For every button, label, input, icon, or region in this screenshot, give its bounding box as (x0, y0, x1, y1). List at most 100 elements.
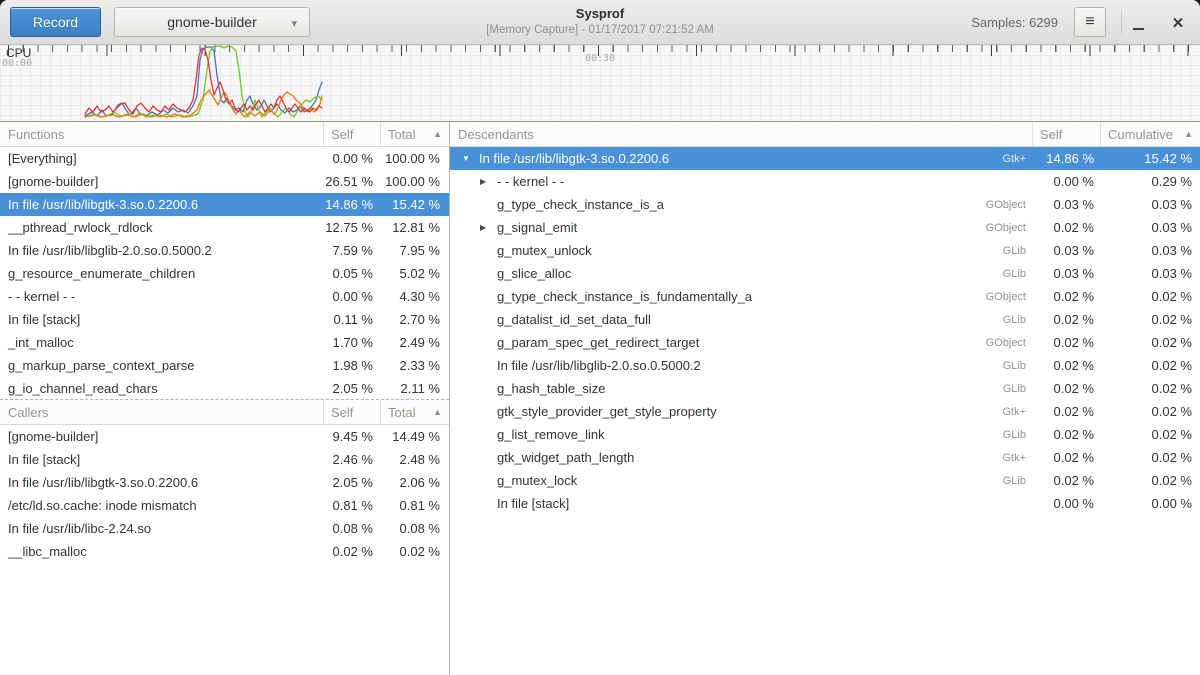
table-row[interactable]: [gnome-builder]26.51 %100.00 % (0, 170, 449, 193)
descendants-column-header[interactable]: Descendants (450, 127, 1032, 142)
tree-row[interactable]: g_slice_allocGLib0.03 %0.03 % (450, 262, 1200, 285)
function-name-cell: In file /usr/lib/libgtk-3.so.0.2200.6 (0, 475, 323, 490)
table-row[interactable]: g_resource_enumerate_children0.05 %5.02 … (0, 262, 449, 285)
tree-row[interactable]: gtk_style_provider_get_style_propertyGtk… (450, 400, 1200, 423)
self-column-header[interactable]: Self (323, 122, 380, 146)
collapse-triangle-icon[interactable]: ▼ (462, 154, 479, 163)
functions-table: Functions Self Total ▲ [Everything]0.00 %… (0, 122, 449, 400)
cumulative-cell: 0.02 % (1100, 335, 1200, 350)
library-tag: GObject (986, 291, 1032, 303)
function-name-label: gtk_widget_path_length (497, 450, 634, 465)
tree-row[interactable]: In file /usr/lib/libglib-2.0.so.0.5000.2… (450, 354, 1200, 377)
table-row[interactable]: __libc_malloc0.02 %0.02 % (0, 540, 449, 563)
function-name-cell: In file [stack] (450, 496, 1032, 511)
callers-rows: [gnome-builder]9.45 %14.49 %In file [sta… (0, 425, 449, 563)
total-column-label: Total (388, 127, 415, 142)
self-cell: 2.05 % (323, 381, 380, 396)
header-separator (1121, 11, 1122, 34)
tree-row[interactable]: ▼In file /usr/lib/libgtk-3.so.0.2200.6Gt… (450, 147, 1200, 170)
table-row[interactable]: In file [stack]2.46 %2.48 % (0, 448, 449, 471)
tree-row[interactable]: g_param_spec_get_redirect_targetGObject0… (450, 331, 1200, 354)
close-button[interactable]: ✕ (1163, 0, 1193, 45)
function-name-label: g_mutex_unlock (497, 243, 592, 258)
expand-triangle-icon[interactable]: ▶ (480, 177, 497, 186)
table-row[interactable]: In file /usr/lib/libgtk-3.so.0.2200.62.0… (0, 471, 449, 494)
chevron-down-icon: ▾ (291, 17, 297, 30)
descendants-rows: ▼In file /usr/lib/libgtk-3.so.0.2200.6Gt… (450, 147, 1200, 515)
function-name-cell: ▶- - kernel - - (450, 174, 1032, 189)
function-name-cell: In file /usr/lib/libc-2.24.so (0, 521, 323, 536)
hamburger-menu-button[interactable]: ≡ (1074, 7, 1106, 37)
function-name-cell: In file /usr/lib/libglib-2.0.so.0.5000.2 (0, 243, 323, 258)
library-tag: GLib (1003, 429, 1032, 441)
self-cell: 14.86 % (323, 197, 380, 212)
total-cell: 4.30 % (380, 289, 449, 304)
sort-ascending-icon: ▲ (433, 129, 442, 139)
cumulative-cell: 0.02 % (1100, 427, 1200, 442)
cpu-timeline-graph[interactable]: CPU 00:00 00:30 (0, 45, 1200, 122)
callers-column-header[interactable]: Callers (0, 405, 323, 420)
tree-row[interactable]: In file [stack]0.00 %0.00 % (450, 492, 1200, 515)
cumulative-column-header[interactable]: Cumulative▲ (1100, 122, 1200, 146)
self-cell: 0.02 % (1032, 312, 1100, 327)
expand-triangle-icon[interactable]: ▶ (480, 223, 497, 232)
self-cell: 0.03 % (1032, 266, 1100, 281)
total-cell: 2.11 % (380, 381, 449, 396)
self-cell: 0.11 % (323, 312, 380, 327)
self-cell: 0.02 % (1032, 335, 1100, 350)
functions-table-header: Functions Self Total ▲ (0, 122, 449, 147)
table-row[interactable]: __pthread_rwlock_rdlock12.75 %12.81 % (0, 216, 449, 239)
tree-row[interactable]: g_list_remove_linkGLib0.02 %0.02 % (450, 423, 1200, 446)
function-name-cell: gtk_widget_path_lengthGtk+ (450, 450, 1032, 465)
table-row[interactable]: [gnome-builder]9.45 %14.49 % (0, 425, 449, 448)
function-name-cell: g_mutex_unlockGLib (450, 243, 1032, 258)
function-name-cell: gtk_style_provider_get_style_propertyGtk… (450, 404, 1032, 419)
process-selector-dropdown[interactable]: gnome-builder ▾ (114, 7, 310, 37)
library-tag: Gtk+ (1002, 153, 1032, 165)
table-row[interactable]: In file /usr/lib/libgtk-3.so.0.2200.614.… (0, 193, 449, 216)
total-cell: 100.00 % (380, 174, 449, 189)
total-column-header[interactable]: Total ▲ (380, 122, 449, 146)
total-cell: 2.48 % (380, 452, 449, 467)
tree-row[interactable]: g_datalist_id_set_data_fullGLib0.02 %0.0… (450, 308, 1200, 331)
table-row[interactable]: _int_malloc1.70 %2.49 % (0, 331, 449, 354)
total-cell: 14.49 % (380, 429, 449, 444)
table-row[interactable]: In file /usr/lib/libc-2.24.so0.08 %0.08 … (0, 517, 449, 540)
total-cell: 12.81 % (380, 220, 449, 235)
function-name-cell: ▼In file /usr/lib/libgtk-3.so.0.2200.6Gt… (450, 151, 1032, 166)
table-row[interactable]: In file [stack]0.11 %2.70 % (0, 308, 449, 331)
tree-row[interactable]: ▶g_signal_emitGObject0.02 %0.03 % (450, 216, 1200, 239)
self-cell: 0.02 % (1032, 404, 1100, 419)
table-row[interactable]: - - kernel - -0.00 %4.30 % (0, 285, 449, 308)
tree-row[interactable]: g_hash_table_sizeGLib0.02 %0.02 % (450, 377, 1200, 400)
total-cell: 15.42 % (380, 197, 449, 212)
function-name-label: - - kernel - - (497, 174, 564, 189)
self-column-header[interactable]: Self (323, 400, 380, 424)
tree-row[interactable]: g_type_check_instance_is_aGObject0.03 %0… (450, 193, 1200, 216)
table-row[interactable]: /etc/ld.so.cache: inode mismatch0.81 %0.… (0, 494, 449, 517)
tree-row[interactable]: ▶- - kernel - -0.00 %0.29 % (450, 170, 1200, 193)
table-row[interactable]: In file /usr/lib/libglib-2.0.so.0.5000.2… (0, 239, 449, 262)
sysprof-window: Record gnome-builder ▾ Sysprof [Memory C… (0, 0, 1200, 675)
function-name-cell: g_hash_table_sizeGLib (450, 381, 1032, 396)
self-cell: 2.46 % (323, 452, 380, 467)
table-row[interactable]: g_markup_parse_context_parse1.98 %2.33 % (0, 354, 449, 377)
tree-row[interactable]: g_type_check_instance_is_fundamentally_a… (450, 285, 1200, 308)
cumulative-cell: 0.02 % (1100, 404, 1200, 419)
functions-column-header[interactable]: Functions (0, 127, 323, 142)
library-tag: GLib (1003, 360, 1032, 372)
self-cell: 0.00 % (1032, 496, 1100, 511)
record-button[interactable]: Record (10, 7, 101, 37)
tree-row[interactable]: g_mutex_unlockGLib0.03 %0.03 % (450, 239, 1200, 262)
left-panel: Functions Self Total ▲ [Everything]0.00 %… (0, 122, 450, 675)
table-row[interactable]: [Everything]0.00 %100.00 % (0, 147, 449, 170)
function-name-cell: [Everything] (0, 151, 323, 166)
table-row[interactable]: g_io_channel_read_chars2.05 %2.11 % (0, 377, 449, 400)
total-column-header[interactable]: Total▲ (380, 400, 449, 424)
minimize-button[interactable] (1123, 0, 1153, 45)
tree-row[interactable]: gtk_widget_path_lengthGtk+0.02 %0.02 % (450, 446, 1200, 469)
function-name-label: g_param_spec_get_redirect_target (497, 335, 699, 350)
tree-row[interactable]: g_mutex_lockGLib0.02 %0.02 % (450, 469, 1200, 492)
self-column-header[interactable]: Self (1032, 122, 1100, 146)
function-name-cell: In file [stack] (0, 452, 323, 467)
